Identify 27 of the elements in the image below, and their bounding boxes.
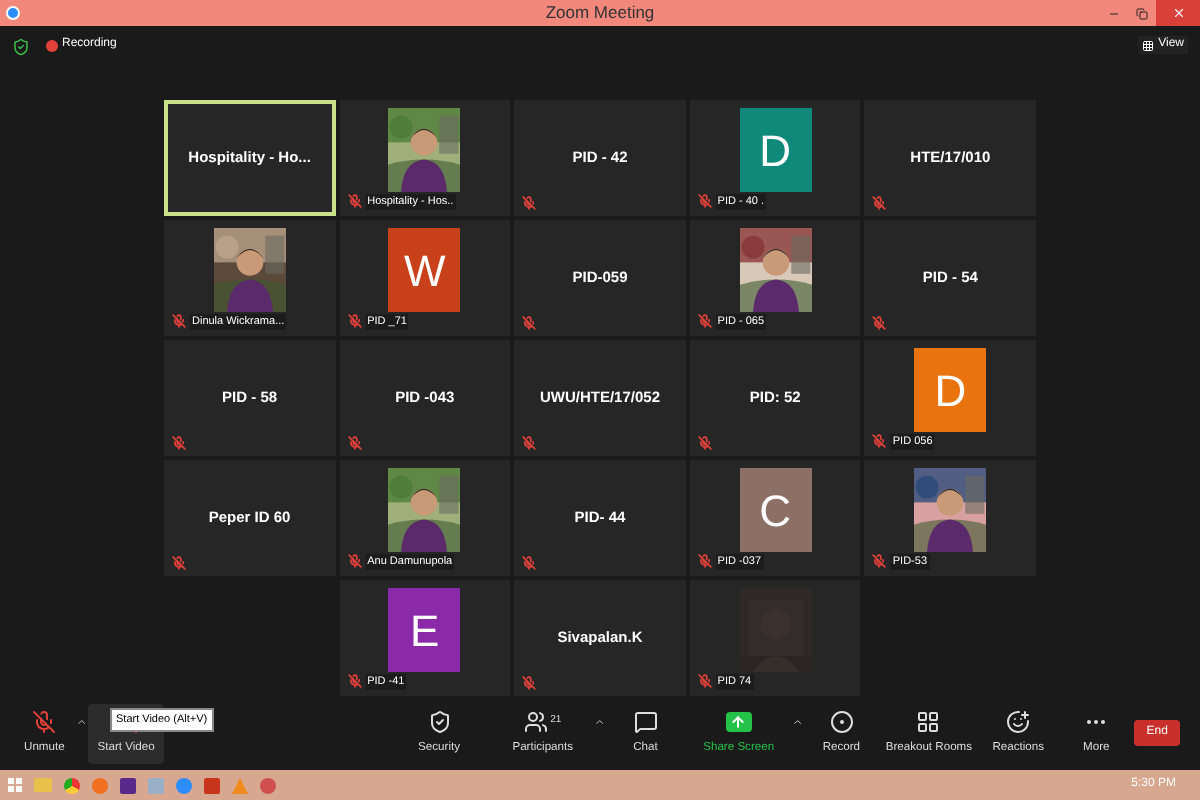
- grid-icon: [916, 709, 941, 734]
- window-title: Zoom Meeting: [545, 0, 655, 26]
- share-screen-icon: [725, 711, 752, 732]
- letter-avatar: W: [388, 228, 461, 312]
- close-button[interactable]: [1156, 0, 1200, 26]
- smiley-icon: [1006, 709, 1031, 734]
- caret-icon[interactable]: [791, 715, 804, 727]
- letter-avatar: C: [739, 468, 812, 552]
- recording-icon: [46, 39, 58, 51]
- windows-icon[interactable]: [8, 778, 22, 792]
- shield-icon: [427, 709, 452, 734]
- zoom-logo-icon: [6, 6, 20, 20]
- chat-icon: [633, 709, 658, 734]
- restore-icon: [1136, 7, 1148, 19]
- grid-icon: [1142, 39, 1155, 51]
- participants-icon: [524, 709, 549, 734]
- app-icon[interactable]: [260, 777, 276, 793]
- letter-avatar: E: [388, 588, 461, 672]
- letter-avatar: D: [739, 108, 812, 192]
- close-icon: [1171, 6, 1185, 20]
- caret-icon[interactable]: [76, 715, 89, 727]
- record-icon: [829, 709, 854, 734]
- caret-icon[interactable]: [594, 715, 606, 727]
- minimize-icon: [1108, 7, 1120, 19]
- muted-mic-icon: [32, 709, 57, 734]
- letter-avatar: D: [914, 348, 987, 432]
- shield-icon[interactable]: [12, 38, 30, 56]
